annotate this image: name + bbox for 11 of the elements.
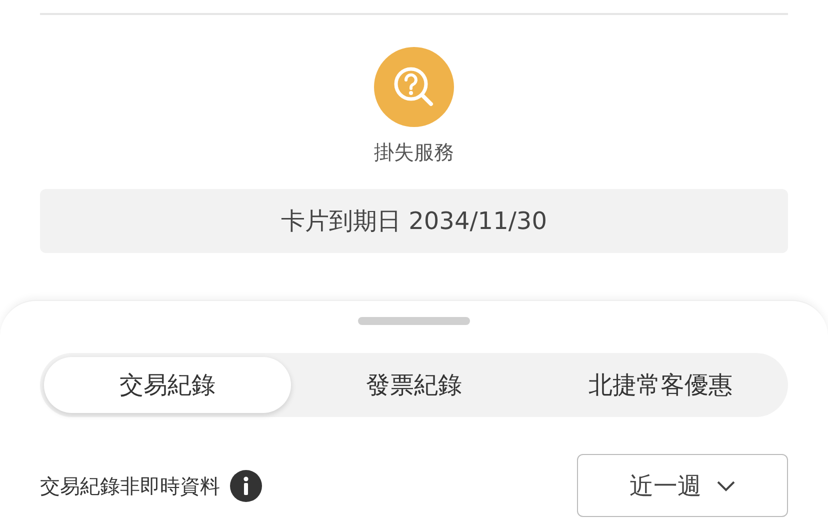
magnifier-question-icon: [374, 47, 454, 127]
tab[interactable]: 交易紀錄: [44, 357, 291, 413]
expiry-date-bar: 卡片到期日 2034/11/30: [40, 189, 788, 253]
drag-handle[interactable]: [358, 317, 470, 325]
lost-service-button[interactable]: 掛失服務: [374, 47, 454, 165]
tab[interactable]: 北捷常客優惠: [537, 357, 784, 413]
notice-text: 交易紀錄非即時資料: [40, 472, 220, 500]
period-dropdown[interactable]: 近一週: [577, 454, 788, 517]
tab[interactable]: 發票紀錄: [290, 357, 538, 413]
chevron-down-icon: [716, 480, 736, 492]
info-icon[interactable]: [230, 470, 262, 502]
